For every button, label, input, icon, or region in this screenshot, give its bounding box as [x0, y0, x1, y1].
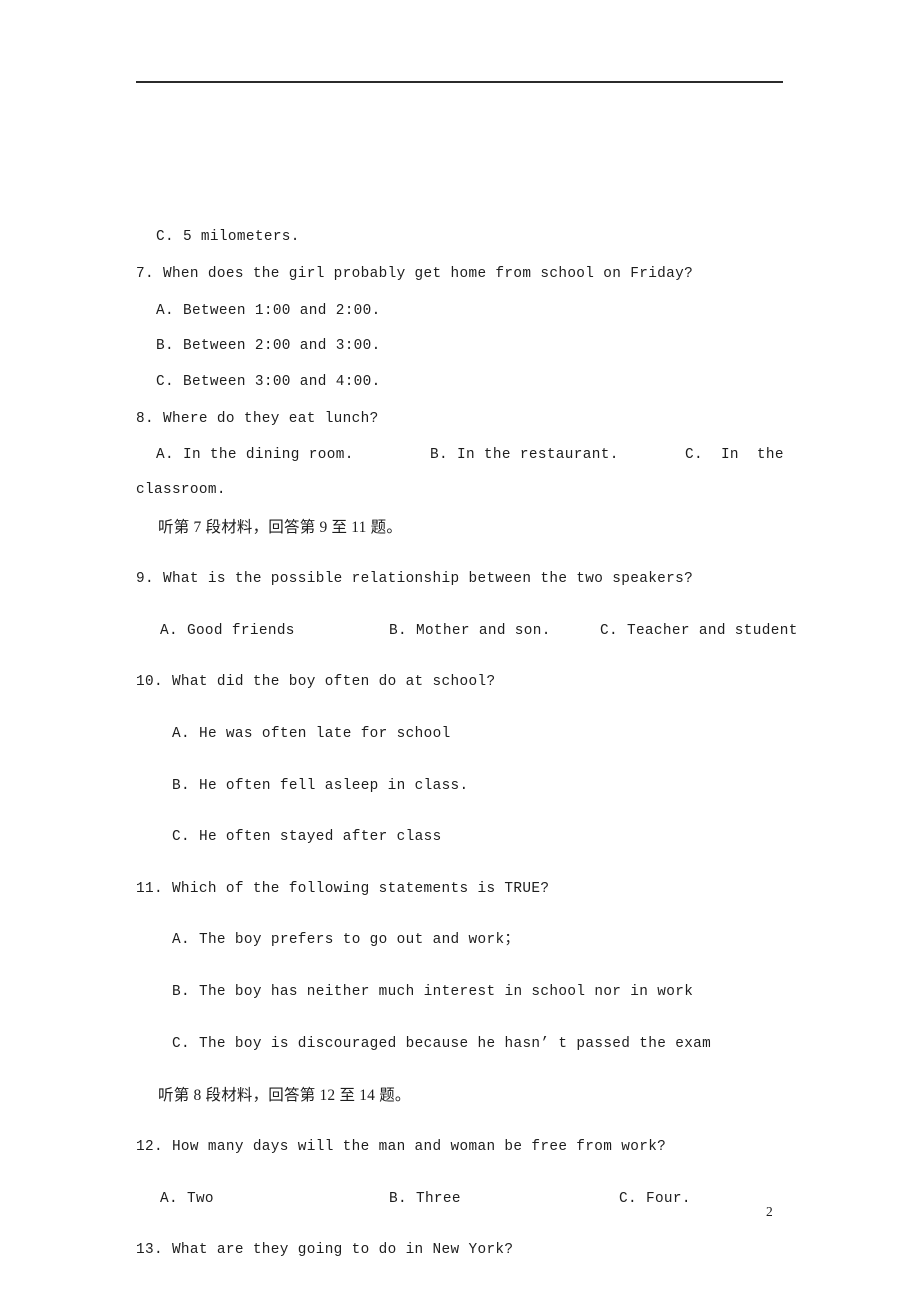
option-q12_options-1: B. Three [389, 1191, 461, 1207]
option-row-q8_options: A. In the dining room. B. In the restaura… [136, 448, 784, 466]
option-q8_options-2: C. In the [685, 447, 784, 463]
option-q8_options-0: A. In the dining room. [156, 447, 354, 463]
text-line-q7_opt_c: C. Between 3:00 and 4:00. [156, 374, 381, 390]
text-line-q11_opt_c: C. The boy is discouraged because he has… [172, 1036, 712, 1052]
text-line-q9_stem: 9. What is the possible relationship bet… [136, 571, 694, 587]
text-line-q11_opt_a: A. The boy prefers to go out and work； [172, 932, 520, 948]
text-line-q11_stem: 11. Which of the following statements is… [136, 881, 550, 897]
header-horizontal-rule [136, 81, 783, 83]
text-line-q10_stem: 10. What did the boy often do at school? [136, 674, 496, 690]
option-q9_options-1: B. Mother and son. [389, 623, 551, 639]
text-line-q11_opt_b: B. The boy has neither much interest in … [172, 984, 694, 1000]
text-line-q7_stem: 7. When does the girl probably get home … [136, 266, 694, 282]
text-line-cue_8: 听第 8 段材料，回答第 12 至 14 题。 [158, 1087, 411, 1104]
option-q12_options-2: C. Four. [619, 1191, 691, 1207]
option-row-q12_options: A. Two B. Three C. Four. [136, 1192, 784, 1210]
text-line-q8_wrap: classroom. [136, 482, 226, 498]
text-line-cue_7: 听第 7 段材料，回答第 9 至 11 题。 [158, 519, 403, 536]
page-number: 2 [766, 1204, 773, 1219]
option-q8_options-1: B. In the restaurant. [430, 447, 619, 463]
text-line-q7_opt_b: B. Between 2:00 and 3:00. [156, 338, 381, 354]
option-q9_options-0: A. Good friends [160, 623, 295, 639]
text-line-q10_opt_b: B. He often fell asleep in class. [172, 778, 469, 794]
text-line-q6_opt_c: C. 5 milometers. [156, 229, 300, 245]
text-line-q7_opt_a: A. Between 1:00 and 2:00. [156, 303, 381, 319]
option-row-q9_options: A. Good friends B. Mother and son. C. Teac… [136, 623, 797, 642]
text-line-q12_stem: 12. How many days will the man and woman… [136, 1139, 667, 1155]
document-page: C. 5 milometers. 7. When does the girl pr… [0, 0, 920, 1302]
text-line-q13_stem: 13. What are they going to do in New Yor… [136, 1242, 514, 1258]
text-line-q8_stem: 8. Where do they eat lunch? [136, 411, 379, 427]
text-line-q10_opt_a: A. He was often late for school [172, 726, 451, 742]
option-q9_options-2: C. Teacher and student [600, 623, 798, 639]
option-q12_options-0: A. Two [160, 1191, 214, 1207]
text-line-q10_opt_c: C. He often stayed after class [172, 829, 442, 845]
